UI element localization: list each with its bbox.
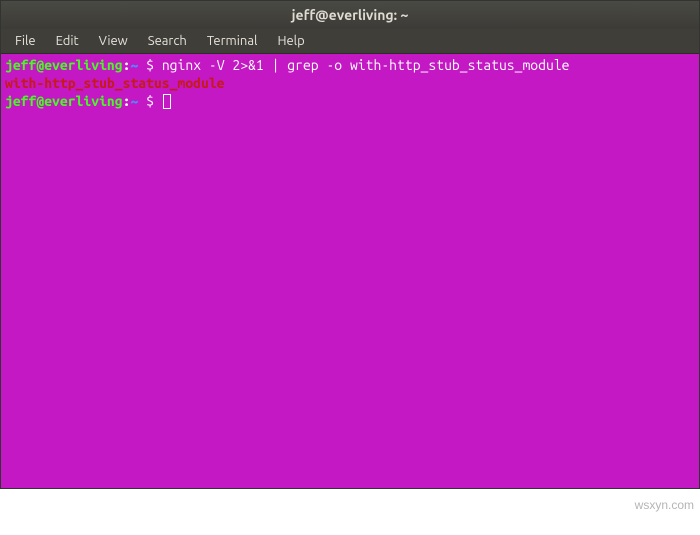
menu-edit[interactable]: Edit <box>46 31 89 51</box>
terminal-window: jeff@everliving: ~ File Edit View Search… <box>0 0 700 489</box>
terminal-line-1: jeff@everliving:~ $ nginx -V 2>&1 | grep… <box>5 56 695 74</box>
terminal-line-2: with-http_stub_status_module <box>5 74 695 92</box>
menu-file[interactable]: File <box>5 31 46 51</box>
prompt-user: jeff@everliving <box>5 57 123 73</box>
prompt-user: jeff@everliving <box>5 93 123 109</box>
watermark-text: wsxyn.com <box>635 498 694 512</box>
menu-help[interactable]: Help <box>267 31 314 51</box>
cursor-icon <box>163 94 171 109</box>
command-text: nginx -V 2>&1 | grep -o with-http_stub_s… <box>162 57 570 73</box>
titlebar[interactable]: jeff@everliving: ~ <box>1 1 699 29</box>
terminal-line-3: jeff@everliving:~ $ <box>5 92 695 110</box>
menu-search[interactable]: Search <box>138 31 197 51</box>
prompt-dollar: $ <box>138 57 162 73</box>
menu-view[interactable]: View <box>89 31 138 51</box>
menubar: File Edit View Search Terminal Help <box>1 29 699 54</box>
window-title: jeff@everliving: ~ <box>292 7 409 23</box>
grep-output: with-http_stub_status_module <box>5 75 225 91</box>
menu-terminal[interactable]: Terminal <box>197 31 268 51</box>
terminal-body[interactable]: jeff@everliving:~ $ nginx -V 2>&1 | grep… <box>1 54 699 488</box>
prompt-dollar: $ <box>138 93 162 109</box>
